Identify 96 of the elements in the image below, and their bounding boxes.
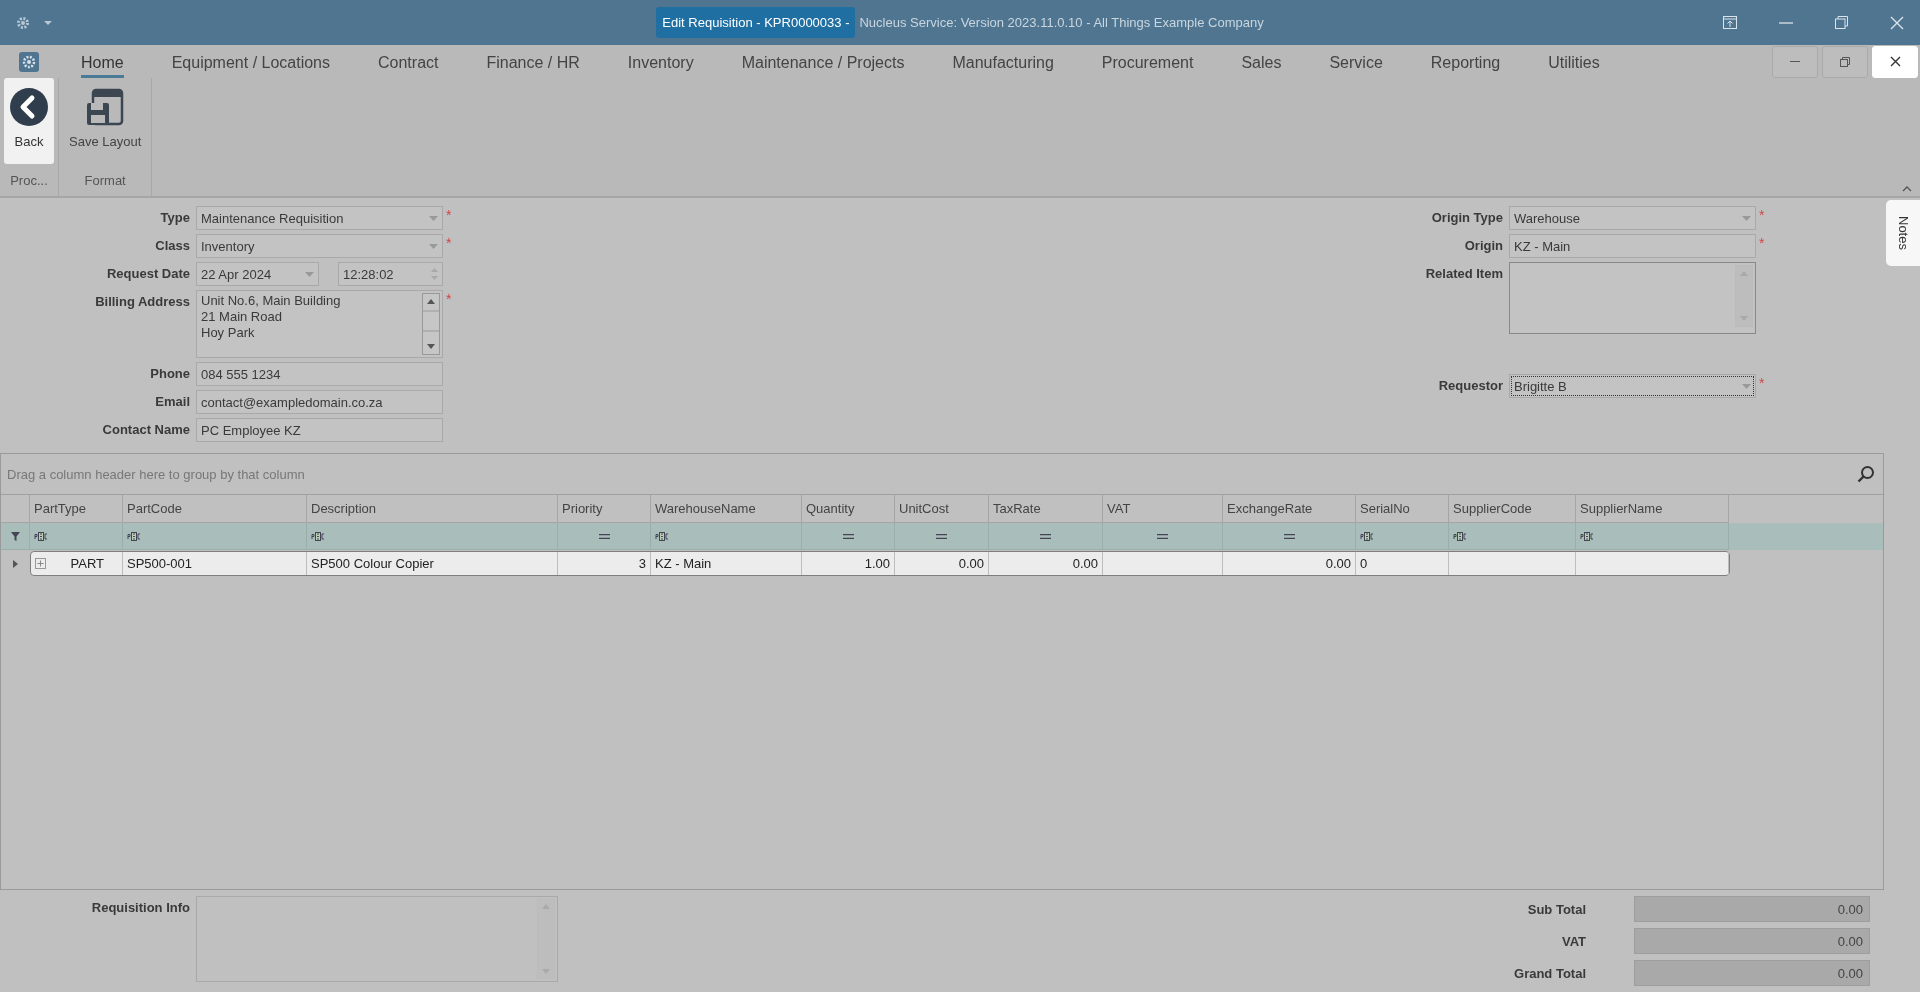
notes-tab[interactable]: Notes [1886, 200, 1920, 266]
scrollbar[interactable] [422, 293, 440, 355]
filter-icon[interactable] [10, 531, 20, 541]
menu-tab[interactable]: Maintenance / Projects [717, 49, 929, 74]
table-cell: 1.00 [864, 556, 890, 571]
field-label: Phone [149, 365, 190, 381]
table-cell: 0.00 [1325, 556, 1351, 571]
field-label: Requestor [1437, 377, 1503, 393]
restore-icon[interactable] [1840, 56, 1850, 67]
time-field[interactable]: 12:28:02 [338, 262, 443, 286]
table-cell: 3 [638, 556, 646, 571]
table-cell: 0 [1360, 556, 1368, 571]
table-cell: PART [70, 556, 104, 571]
text-field[interactable]: KZ - Main [1509, 234, 1756, 258]
menu-tab[interactable]: Sales [1217, 49, 1306, 74]
text-filter-icon[interactable] [34, 531, 48, 541]
menu-tab[interactable]: Contract [354, 49, 463, 74]
window-subtitle: Nucleus Service: Version 2023.11.0.10 - All Things Example Company [859, 15, 1264, 30]
table-cell: SP500-001 [127, 556, 193, 571]
window-title: Edit Requisition - KPR0000033 - [656, 7, 856, 38]
table-cell: 0.00 [958, 556, 984, 571]
total-label: VAT [1560, 933, 1586, 949]
back-icon [10, 88, 48, 126]
total-label: Sub Total [1526, 901, 1586, 917]
ribbon-group-label: Proc... [10, 173, 48, 190]
group-panel-hint: Drag a column header here to group by that column [7, 466, 305, 482]
menu-tab[interactable]: Manufacturing [928, 49, 1078, 74]
expand-row-icon[interactable] [35, 558, 46, 569]
caret-icon[interactable] [44, 20, 52, 25]
table-cell: 0.00 [1072, 556, 1098, 571]
save-layout-icon [86, 88, 125, 126]
restore-button[interactable] [1822, 45, 1868, 78]
menu-tab[interactable]: Service [1305, 49, 1407, 74]
equals-filter-icon[interactable] [936, 533, 947, 539]
text-filter-icon[interactable] [1453, 531, 1467, 541]
field-label: Billing Address [94, 293, 190, 309]
table-cell: KZ - Main [655, 556, 712, 571]
table-row[interactable]: PART SP500-001 SP500 Colour Copier 3 KZ - Main 1.00 0.00 0.00 0.00 0 [30, 551, 1730, 576]
ribbon-display-icon[interactable] [1723, 16, 1737, 29]
dropdown-field[interactable]: Warehouse [1509, 206, 1756, 230]
dropdown-field[interactable]: Maintenance Requisition [196, 206, 443, 230]
text-filter-icon[interactable] [311, 531, 325, 541]
address-memo-field[interactable] [1509, 262, 1756, 334]
field-label: Type [159, 209, 190, 225]
field-label: Contact Name [101, 421, 190, 437]
text-filter-icon[interactable] [127, 531, 141, 541]
field-label: Origin [1463, 237, 1503, 253]
date-field[interactable]: 22 Apr 2024 [196, 262, 319, 286]
required-marker: * [1759, 375, 1765, 391]
table-cell: SP500 Colour Copier [311, 556, 434, 571]
equals-filter-icon[interactable] [1040, 533, 1051, 539]
text-filter-icon[interactable] [1360, 531, 1374, 541]
close-icon[interactable] [1889, 56, 1901, 67]
equals-filter-icon[interactable] [1283, 533, 1295, 539]
total-field: 0.00 [1634, 928, 1870, 954]
required-marker: * [1759, 235, 1765, 251]
field-label: Email [154, 393, 190, 409]
total-label: Grand Total [1513, 965, 1586, 981]
field-label: Origin Type [1430, 209, 1503, 225]
equals-filter-icon[interactable] [842, 533, 854, 539]
ribbon-button[interactable]: Back [4, 78, 54, 164]
menu-tab[interactable]: Finance / HR [462, 49, 604, 74]
required-marker: * [446, 207, 452, 223]
field-label: Request Date [105, 265, 190, 281]
dropdown-field[interactable]: Inventory [196, 234, 443, 258]
field-label: Class [154, 237, 190, 253]
field-label: Requisition Info [90, 899, 190, 917]
menu-tab[interactable]: Reporting [1406, 49, 1525, 74]
ribbon-button[interactable]: Save Layout [63, 78, 148, 164]
gear-icon[interactable] [16, 15, 30, 30]
equals-filter-icon[interactable] [1157, 533, 1168, 539]
total-field: 0.00 [1634, 896, 1870, 922]
ribbon-group-label: Format [84, 173, 126, 190]
menu-tab[interactable]: Inventory [603, 49, 718, 74]
scrollbar[interactable] [1735, 265, 1753, 327]
menu-tab[interactable]: Procurement [1077, 49, 1218, 74]
text-field[interactable]: PC Employee KZ [196, 418, 443, 442]
collapse-icon[interactable] [1902, 186, 1912, 192]
menu-tab[interactable]: Equipment / Locations [147, 49, 354, 74]
text-filter-icon[interactable] [655, 531, 669, 541]
menu-tab[interactable]: Utilities [1524, 49, 1624, 74]
app-logo-icon[interactable] [19, 51, 39, 72]
search-icon[interactable] [1857, 465, 1875, 483]
row-indicator-icon [13, 559, 18, 568]
field-label: Related Item [1424, 265, 1503, 281]
required-marker: * [446, 235, 452, 251]
total-field: 0.00 [1634, 960, 1870, 986]
text-field[interactable]: contact@exampledomain.co.za [196, 390, 443, 414]
restore-icon[interactable] [1835, 16, 1848, 29]
required-marker: * [446, 291, 452, 307]
dropdown-field[interactable]: Brigitte B [1509, 374, 1756, 398]
equals-filter-icon[interactable] [598, 533, 610, 539]
address-memo-field[interactable]: Unit No.6, Main Building 21 Main Road Hoy Park [196, 290, 443, 358]
text-filter-icon[interactable] [1580, 531, 1594, 541]
text-field[interactable]: 084 555 1234 [196, 362, 443, 386]
required-marker: * [1759, 207, 1765, 223]
